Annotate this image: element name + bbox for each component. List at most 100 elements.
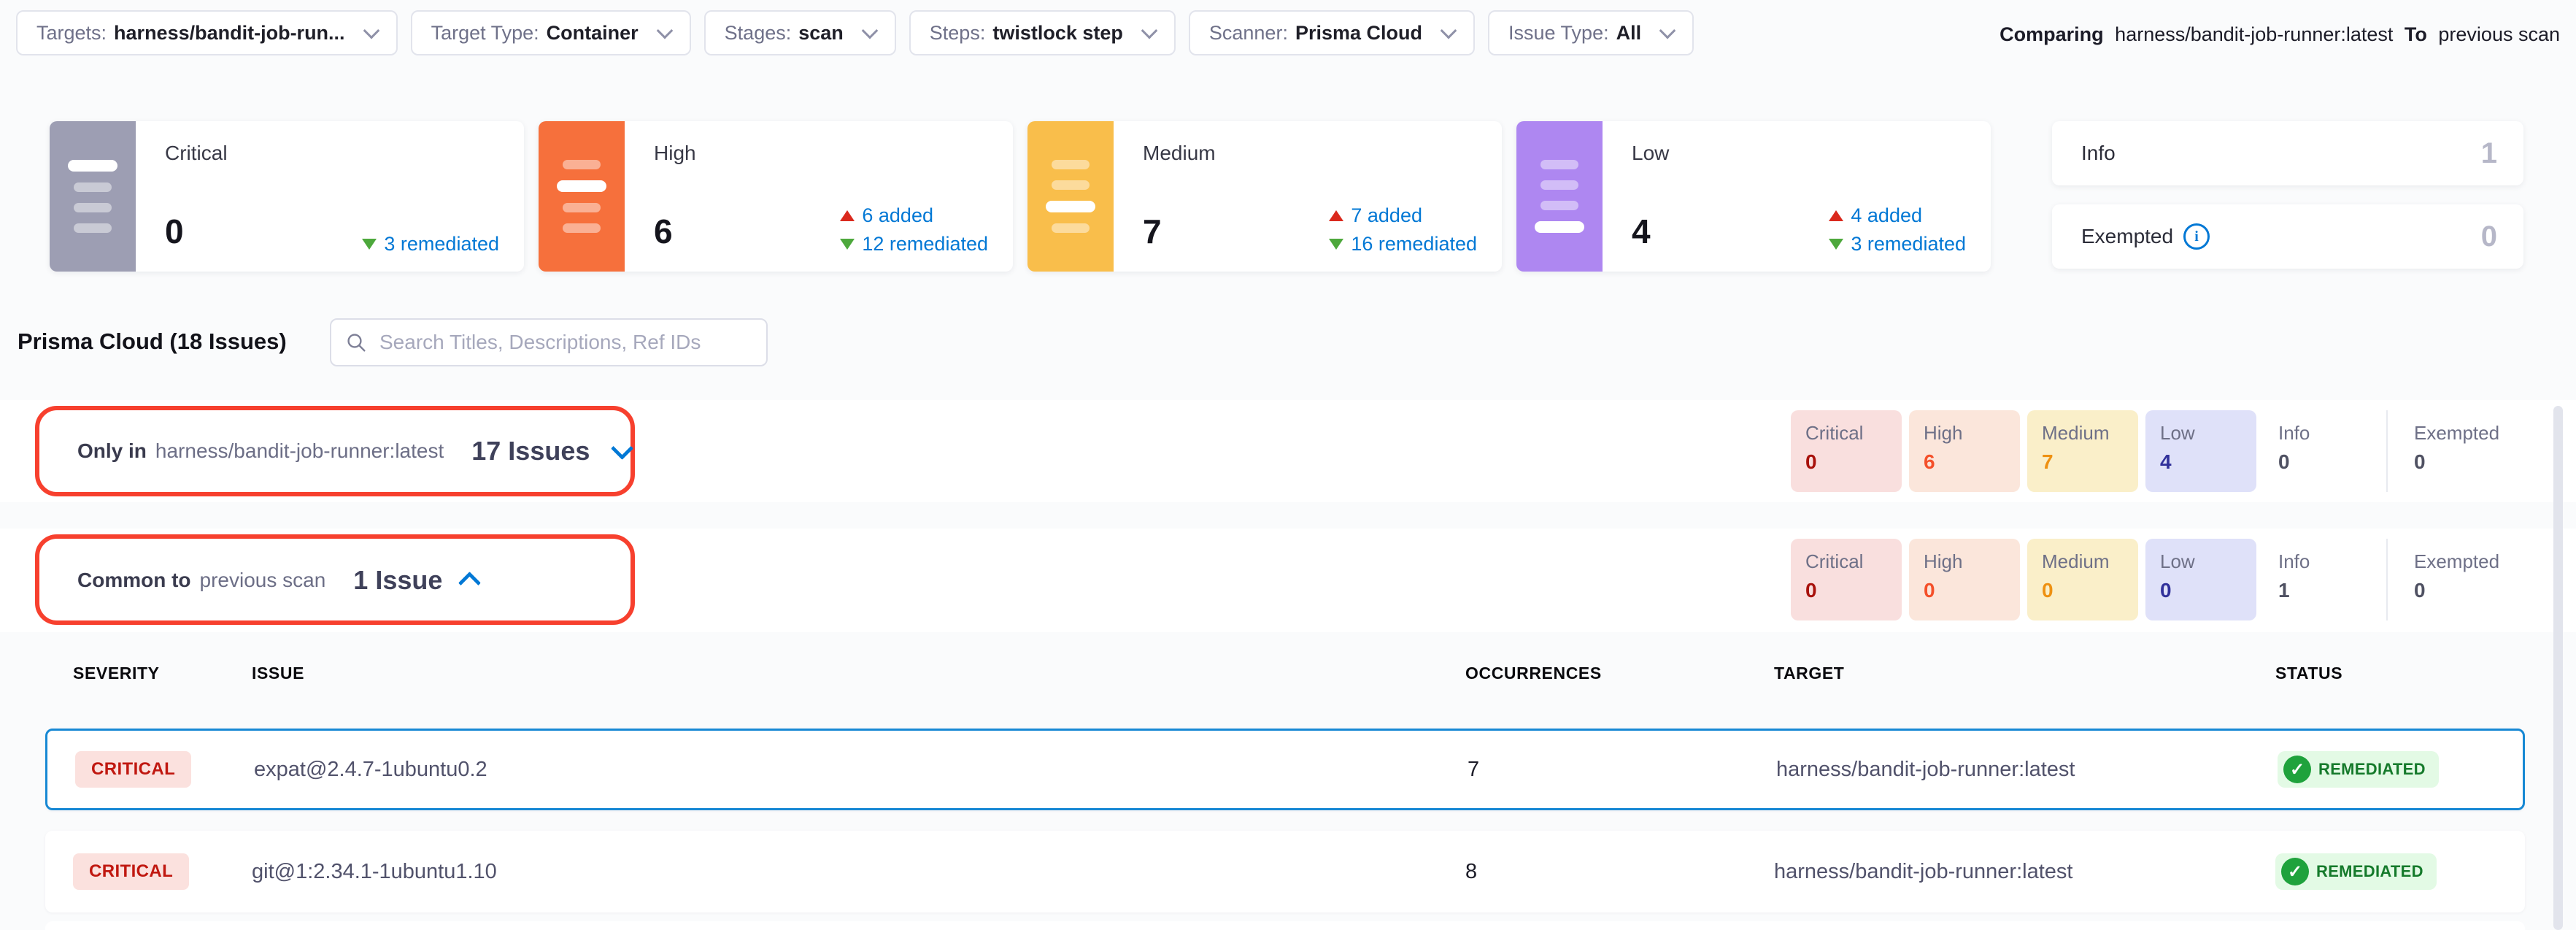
- table-row[interactable]: CRITICAL git@1:2.34.1-1ubuntu1.10 8 harn…: [45, 831, 2525, 912]
- col-status: STATUS: [2275, 664, 2525, 683]
- summary-card-critical: Critical 0 3 remediated: [50, 121, 524, 272]
- card-label: Medium: [1143, 142, 1216, 165]
- added-link[interactable]: 4 added: [1829, 204, 1922, 227]
- chip-count: 0: [2414, 579, 2510, 602]
- summary-card-high: High 6 6 added 12 remediated: [539, 121, 1013, 272]
- exempted-label: Exempted: [2081, 225, 2173, 248]
- chip-count: 0: [2414, 450, 2510, 474]
- severity-badge: CRITICAL: [73, 853, 189, 890]
- group-issue-count: 1 Issue: [353, 565, 442, 596]
- filter-target-type[interactable]: Target Type: Container: [411, 10, 691, 55]
- chip-high: High 6: [1909, 410, 2020, 492]
- triangle-down-icon: [840, 239, 855, 250]
- filter-targets[interactable]: Targets: harness/bandit-job-run...: [16, 10, 398, 55]
- chip-info: Info 0: [2264, 410, 2375, 492]
- check-circle-icon: ✓: [2281, 858, 2309, 885]
- group-only-in-header[interactable]: Only in harness/bandit-job-runner:latest…: [77, 400, 628, 502]
- chip-count: 0: [1924, 579, 2020, 602]
- card-trends: 7 added 16 remediated: [1329, 204, 1477, 255]
- card-count: 4: [1632, 212, 1651, 251]
- comparing-summary: Comparing harness/bandit-job-runner:late…: [1994, 23, 2560, 46]
- chip-medium: Medium 0: [2027, 539, 2138, 620]
- chip-count: 0: [1805, 579, 1902, 602]
- table-header: SEVERITY ISSUE OCCURRENCES TARGET STATUS: [73, 654, 2525, 692]
- chevron-down-icon: [611, 437, 633, 460]
- added-link[interactable]: 7 added: [1329, 204, 1422, 227]
- chip-count: 1: [2278, 579, 2375, 602]
- chip-count: 0: [1805, 450, 1902, 474]
- card-trends: 3 remediated: [362, 233, 499, 255]
- card-trends: 4 added 3 remediated: [1829, 204, 1966, 255]
- chevron-down-icon: [656, 23, 673, 39]
- exempted-count: 0: [2481, 220, 2497, 253]
- card-count: 0: [165, 212, 184, 251]
- card-trends: 6 added 12 remediated: [840, 204, 988, 255]
- col-issue: ISSUE: [252, 664, 1465, 683]
- search-box: [330, 318, 768, 366]
- filter-label: Issue Type:: [1508, 22, 1609, 45]
- chip-label: Info: [2278, 422, 2375, 445]
- group-only-in: Only in harness/bandit-job-runner:latest…: [0, 400, 2576, 502]
- target-cell: harness/bandit-job-runner:latest: [1776, 758, 2278, 782]
- chip-label: Info: [2278, 550, 2375, 573]
- filter-label: Stages:: [725, 22, 792, 45]
- remediated-text: 16 remediated: [1351, 233, 1477, 255]
- triangle-down-icon: [1829, 239, 1843, 250]
- filter-value: scan: [798, 22, 844, 45]
- vertical-scrollbar[interactable]: [2553, 406, 2563, 930]
- chip-label: High: [1924, 422, 2020, 445]
- chip-count: 4: [2160, 450, 2256, 474]
- triangle-up-icon: [840, 210, 855, 221]
- group-name: previous scan: [200, 569, 326, 592]
- chip-critical: Critical 0: [1791, 410, 1902, 492]
- chip-label: Critical: [1805, 550, 1902, 573]
- comparing-label: Comparing: [2000, 23, 2104, 45]
- chip-label: Medium: [2042, 550, 2138, 573]
- search-input[interactable]: [378, 330, 753, 355]
- remediated-text: 3 remediated: [1851, 233, 1966, 255]
- target-cell: harness/bandit-job-runner:latest: [1774, 860, 2275, 884]
- filter-value: harness/bandit-job-run...: [114, 22, 345, 45]
- chevron-down-icon: [861, 23, 878, 39]
- group-prefix: Common to: [77, 569, 191, 592]
- card-label: Low: [1632, 142, 1669, 165]
- remediated-link[interactable]: 16 remediated: [1329, 233, 1477, 255]
- filter-steps[interactable]: Steps: twistlock step: [909, 10, 1176, 55]
- chip-label: High: [1924, 550, 2020, 573]
- filter-issue-type[interactable]: Issue Type: All: [1488, 10, 1694, 55]
- chip-label: Exempted: [2414, 422, 2510, 445]
- chip-high: High 0: [1909, 539, 2020, 620]
- chip-label: Medium: [2042, 422, 2138, 445]
- group-common-to-header[interactable]: Common to previous scan 1 Issue: [77, 529, 480, 632]
- filter-label: Scanner:: [1209, 22, 1288, 45]
- filter-value: twistlock step: [992, 22, 1123, 45]
- chevron-down-icon: [363, 23, 379, 39]
- chip-medium: Medium 7: [2027, 410, 2138, 492]
- chip-info: Info 1: [2264, 539, 2375, 620]
- critical-severity-icon: [50, 121, 136, 272]
- added-text: 7 added: [1351, 204, 1422, 227]
- severity-chip-row: Critical 0 High 0 Medium 0 Low 0 Info 1 …: [1791, 539, 2510, 620]
- comparing-to-label: To: [2405, 23, 2427, 45]
- added-text: 4 added: [1851, 204, 1922, 227]
- remediated-link[interactable]: 3 remediated: [362, 233, 499, 255]
- group-issue-count: 17 Issues: [471, 436, 590, 466]
- col-target: TARGET: [1774, 664, 2275, 683]
- remediated-link[interactable]: 12 remediated: [840, 233, 988, 255]
- filter-scanner[interactable]: Scanner: Prisma Cloud: [1189, 10, 1475, 55]
- chip-count: 0: [2042, 579, 2138, 602]
- chip-critical: Critical 0: [1791, 539, 1902, 620]
- high-severity-icon: [539, 121, 625, 272]
- col-occurrences: OCCURRENCES: [1465, 664, 1774, 683]
- low-severity-icon: [1516, 121, 1603, 272]
- status-badge: ✓ REMEDIATED: [2275, 853, 2437, 890]
- info-tooltip-icon[interactable]: i: [2183, 223, 2210, 250]
- remediated-link[interactable]: 3 remediated: [1829, 233, 1966, 255]
- filter-stages[interactable]: Stages: scan: [704, 10, 896, 55]
- filter-value: Container: [547, 22, 639, 45]
- table-row[interactable]: CRITICAL expat@2.4.7-1ubuntu0.2 7 harnes…: [45, 729, 2525, 810]
- summary-card-low: Low 4 4 added 3 remediated: [1516, 121, 1991, 272]
- added-link[interactable]: 6 added: [840, 204, 933, 227]
- page-title: Prisma Cloud (18 Issues): [18, 328, 287, 355]
- chip-low: Low 4: [2145, 410, 2256, 492]
